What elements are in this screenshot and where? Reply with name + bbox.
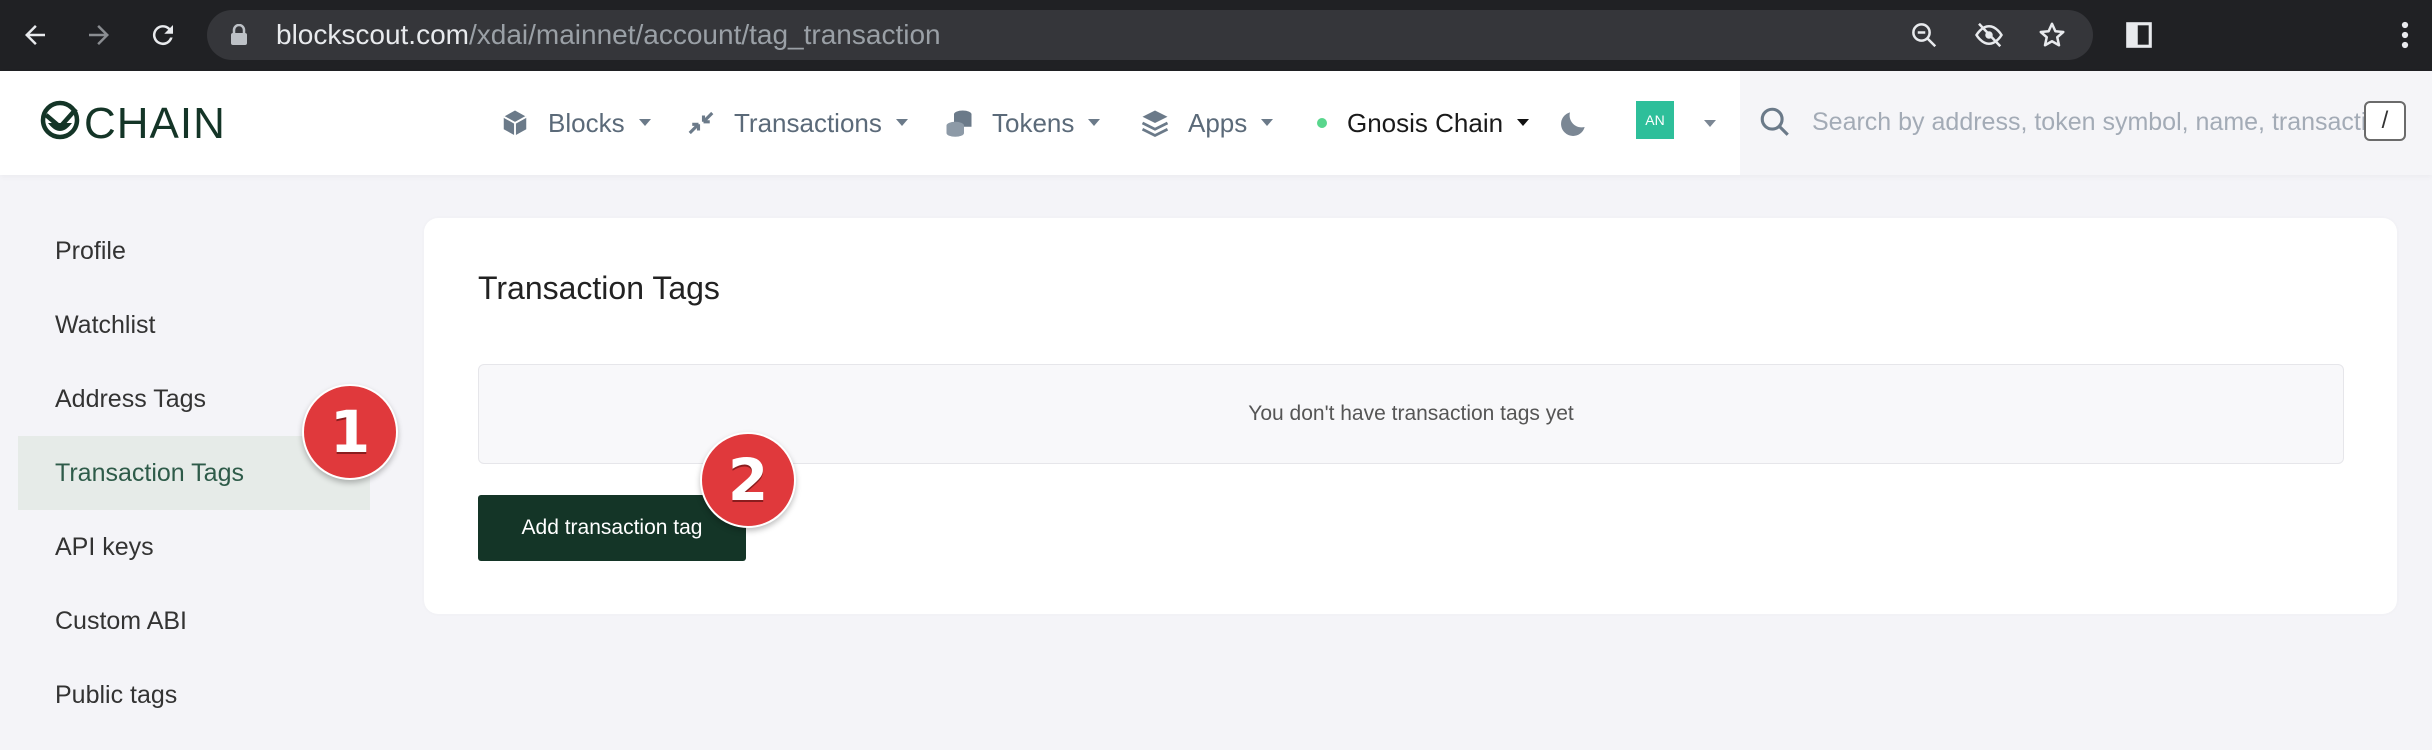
menu-button[interactable] [2390,14,2420,56]
nav-blocks[interactable]: Blocks [500,101,651,145]
address-bar[interactable]: blockscout.com/xdai/mainnet/account/tag_… [207,10,2093,60]
cube-icon [500,108,530,138]
chevron-down-icon [1517,119,1530,127]
app-header: CHAIN Blocks Transactions Tokens Apps Gn… [0,71,2432,175]
sidebar-item-public-tags[interactable]: Public tags [18,658,370,732]
search-bar: / [1740,71,2432,175]
kebab-menu-icon [2401,21,2409,49]
chevron-down-icon [895,119,908,127]
url-text: blockscout.com/xdai/mainnet/account/tag_… [276,19,941,51]
search-shortcut-key: / [2364,101,2406,141]
avatar[interactable]: AN [1636,101,1674,139]
search-icon [1760,107,1789,136]
nav-transactions-label: Transactions [734,107,882,138]
moon-icon [1561,112,1585,136]
sidepanel-icon [2126,22,2152,48]
sidepanel-button[interactable] [2118,14,2160,56]
page-title: Transaction Tags [478,270,720,306]
zoom-icon[interactable] [1909,20,1939,55]
chain-logo-icon: CHAIN [40,99,226,148]
network-status-dot [1317,118,1327,128]
forward-button[interactable] [78,14,120,56]
sidebar-item-custom-abi[interactable]: Custom ABI [18,584,370,658]
account-menu-caret[interactable] [1704,115,1716,133]
arrow-left-icon [25,25,45,45]
logo[interactable]: CHAIN [38,97,244,148]
network-selector[interactable]: Gnosis Chain [1317,101,1530,145]
chevron-down-icon [1261,119,1274,127]
nav-transactions[interactable]: Transactions [686,101,908,145]
reload-button[interactable] [142,14,184,56]
chevron-down-icon [1088,119,1101,127]
account-sidebar: Profile Watchlist Address Tags Transacti… [18,214,370,732]
star-icon[interactable] [2037,20,2067,55]
reload-icon [152,25,173,46]
add-transaction-tag-button[interactable]: Add transaction tag [478,495,746,561]
eye-off-icon[interactable] [1973,20,2005,55]
coins-icon [944,108,974,138]
sidebar-item-profile[interactable]: Profile [18,214,370,288]
arrow-right-icon [89,25,109,45]
nav-blocks-label: Blocks [548,107,625,138]
sidebar-item-watchlist[interactable]: Watchlist [18,288,370,362]
nav-tokens-label: Tokens [992,107,1075,138]
chevron-down-icon [638,119,651,127]
nav-tokens[interactable]: Tokens [944,101,1101,145]
svg-text:CHAIN: CHAIN [84,99,226,143]
chevron-down-icon [1704,120,1716,127]
browser-toolbar: blockscout.com/xdai/mainnet/account/tag_… [0,0,2432,71]
back-button[interactable] [14,14,56,56]
arrows-icon [686,108,716,138]
step-badge-2: 2 [700,432,796,528]
nav-apps[interactable]: Apps [1140,101,1274,145]
sidebar-item-api-keys[interactable]: API keys [18,510,370,584]
layers-icon [1140,108,1170,138]
nav-apps-label: Apps [1188,107,1248,138]
network-label: Gnosis Chain [1347,107,1504,138]
url-path: /xdai/mainnet/account/tag_transaction [468,19,941,50]
step-badge-1: 1 [302,384,398,480]
url-host: blockscout.com [276,19,469,50]
search-input[interactable] [1810,99,2394,145]
theme-toggle[interactable] [1558,107,1590,144]
lock-icon [231,24,247,45]
transaction-tags-card: Transaction Tags You don't have transact… [424,218,2397,614]
